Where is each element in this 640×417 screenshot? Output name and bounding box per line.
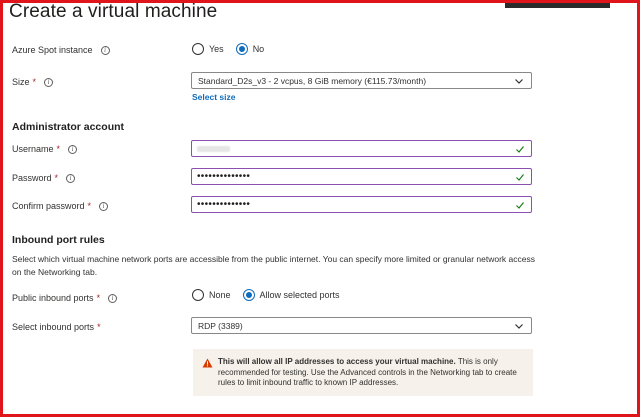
public-inbound-ports-label: Public inbound ports * i: [12, 293, 118, 303]
chevron-down-icon: [515, 79, 523, 84]
info-icon[interactable]: i: [68, 144, 78, 154]
checkmark-icon: [516, 174, 524, 181]
required-marker: *: [96, 293, 101, 303]
radio-button-selected[interactable]: [235, 43, 248, 55]
username-label: Username * i: [12, 144, 78, 154]
required-marker: *: [97, 322, 101, 332]
spot-instance-label: Azure Spot instance i: [12, 45, 110, 55]
chevron-down-icon: [515, 324, 523, 329]
public-inbound-ports-label-text: Public inbound ports: [12, 293, 94, 303]
spot-no-option[interactable]: No: [235, 43, 265, 55]
spot-yes-option[interactable]: Yes: [192, 43, 224, 55]
checkmark-icon: [516, 146, 524, 153]
password-label: Password * i: [12, 173, 76, 183]
select-inbound-ports-label-text: Select inbound ports: [12, 322, 95, 332]
required-marker: *: [32, 77, 37, 87]
radio-label: No: [252, 44, 265, 54]
warning-bold-text: This will allow all IP addresses to acce…: [218, 357, 456, 366]
public-inbound-ports-radio-group: None Allow selected ports: [192, 289, 352, 301]
admin-account-heading: Administrator account: [12, 121, 125, 133]
select-size-link[interactable]: Select size: [192, 92, 235, 102]
radio-label: Yes: [209, 44, 224, 54]
radio-label: None: [209, 290, 231, 300]
inbound-ports-dropdown-value: RDP (3389): [198, 320, 243, 331]
required-marker: *: [54, 173, 59, 183]
size-label-text: Size: [12, 77, 30, 87]
radio-button-selected[interactable]: [242, 289, 255, 301]
radio-button[interactable]: [192, 43, 204, 55]
password-input[interactable]: ••••••••••••••: [191, 168, 532, 185]
info-icon[interactable]: i: [108, 293, 118, 303]
username-label-text: Username: [12, 144, 54, 154]
radio-label: Allow selected ports: [259, 290, 340, 300]
confirm-password-input[interactable]: ••••••••••••••: [191, 196, 532, 213]
public-ports-allow-option[interactable]: Allow selected ports: [242, 289, 340, 301]
size-dropdown[interactable]: Standard_D2s_v3 - 2 vcpus, 8 GiB memory …: [191, 72, 532, 89]
confirm-password-label-text: Confirm password: [12, 201, 85, 211]
inbound-ports-dropdown[interactable]: RDP (3389): [191, 317, 532, 334]
select-inbound-ports-label: Select inbound ports *: [12, 322, 101, 332]
info-icon[interactable]: i: [44, 77, 54, 87]
username-redacted-value: [197, 145, 230, 152]
size-dropdown-value: Standard_D2s_v3 - 2 vcpus, 8 GiB memory …: [198, 75, 427, 86]
radio-button[interactable]: [192, 289, 204, 301]
info-icon[interactable]: i: [99, 201, 109, 211]
confirm-password-label: Confirm password * i: [12, 201, 109, 211]
checkmark-icon: [516, 202, 524, 209]
password-label-text: Password: [12, 173, 52, 183]
inbound-rules-description: Select which virtual machine network por…: [12, 254, 535, 277]
top-bar: [505, 3, 610, 8]
public-ports-none-option[interactable]: None: [192, 289, 231, 301]
password-value: ••••••••••••••: [197, 171, 251, 182]
spot-instance-radio-group: Yes No: [192, 43, 276, 55]
info-icon[interactable]: i: [66, 173, 76, 183]
page-title: Create a virtual machine: [9, 1, 218, 22]
spot-instance-label-text: Azure Spot instance: [12, 45, 93, 55]
warning-message-bar: This will allow all IP addresses to acce…: [193, 349, 533, 396]
confirm-password-value: ••••••••••••••: [197, 199, 251, 210]
username-input[interactable]: [191, 140, 532, 157]
required-marker: *: [87, 201, 92, 211]
warning-icon: [202, 358, 213, 368]
size-label: Size * i: [12, 77, 54, 87]
inbound-rules-heading: Inbound port rules: [12, 234, 105, 246]
info-icon[interactable]: i: [100, 45, 110, 55]
required-marker: *: [56, 144, 61, 154]
